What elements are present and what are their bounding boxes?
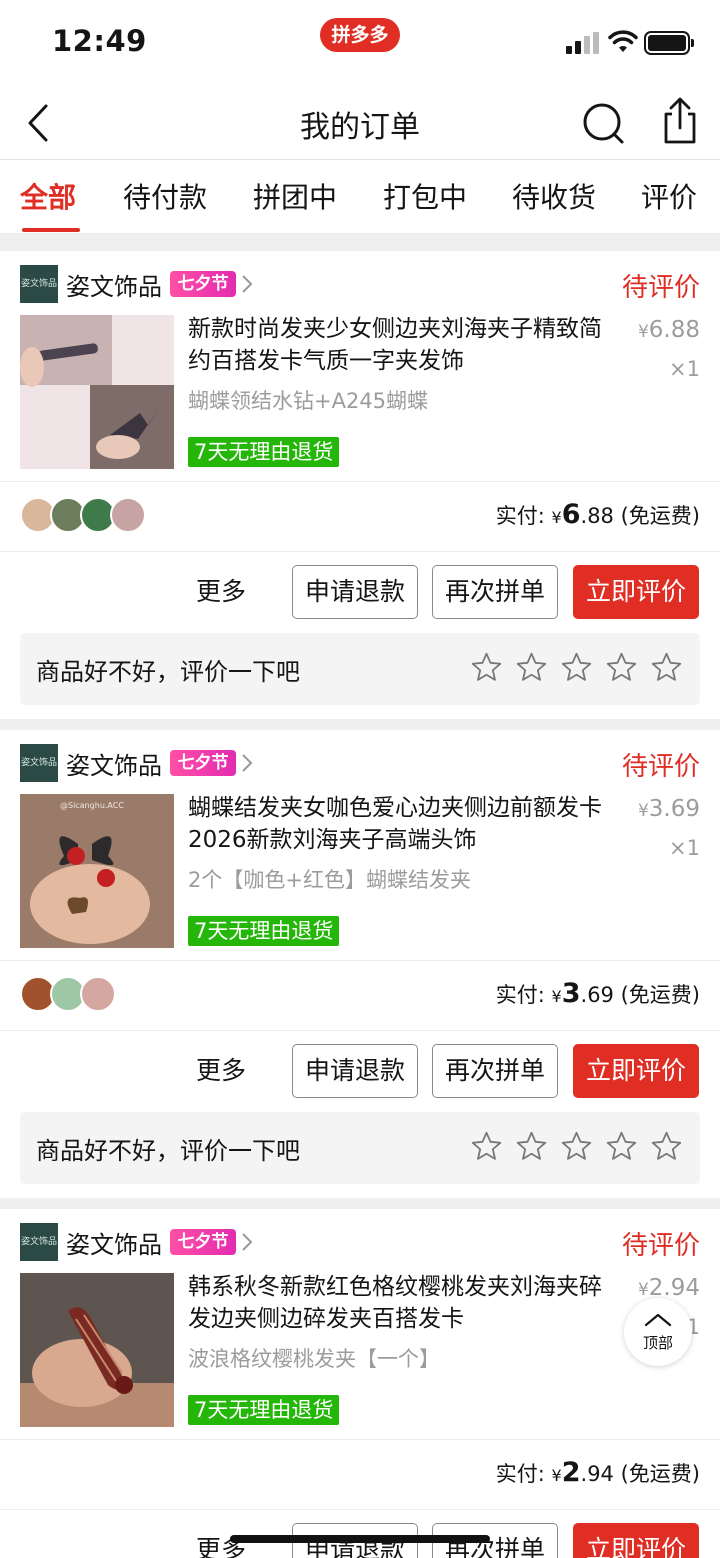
more-button[interactable]: 更多 [196, 565, 246, 619]
festival-badge: 七夕节 [170, 271, 236, 297]
product-price: ¥3.69 [637, 796, 700, 822]
order-actions: 更多 申请退款 再次拼单 立即评价 [0, 551, 720, 633]
reorder-button[interactable]: 再次拼单 [432, 1044, 558, 1098]
divider [0, 960, 720, 961]
order-tabs: 全部 待付款 拼团中 打包中 待收货 评价 [0, 160, 720, 234]
star-icon[interactable] [560, 1130, 593, 1163]
reorder-button[interactable]: 再次拼单 [432, 565, 558, 619]
order-card: 姿文饰品 姿文饰品 七夕节 待评价 @Sicanghu.ACC 蝴蝶结发夹女咖色… [0, 730, 720, 1198]
avatar [110, 497, 146, 533]
quick-review-box[interactable]: 商品好不好，评价一下吧 [20, 1112, 700, 1184]
divider [0, 481, 720, 482]
order-card: 姿文饰品 姿文饰品 七夕节 待评价 新款时尚发夹少女侧边夹刘海夹子精致简约百搭发… [0, 251, 720, 719]
paid-amount: 实付: ¥2.94 (免运费) [495, 1457, 700, 1488]
festival-badge: 七夕节 [170, 1229, 236, 1255]
star-icon[interactable] [560, 651, 593, 684]
review-now-button[interactable]: 立即评价 [573, 1044, 699, 1098]
tab-all[interactable]: 全部 [20, 176, 76, 216]
back-to-top-button[interactable]: 顶部 [624, 1298, 692, 1366]
order-status: 待评价 [621, 1231, 700, 1261]
shop-name[interactable]: 姿文饰品 [66, 746, 162, 781]
wifi-icon [608, 30, 638, 52]
order-status: 待评价 [621, 273, 700, 303]
shop-logo: 姿文饰品 [20, 1223, 58, 1261]
tab-packing[interactable]: 打包中 [383, 176, 467, 216]
quick-review-box[interactable]: 商品好不好，评价一下吧 [20, 633, 700, 705]
product-thumbnail[interactable] [20, 1273, 174, 1427]
review-prompt: 商品好不好，评价一下吧 [36, 658, 300, 686]
tab-pending-payment[interactable]: 待付款 [123, 176, 207, 216]
product-title[interactable]: 新款时尚发夹少女侧边夹刘海夹子精致简约百搭发卡气质一字夹发饰 [188, 313, 618, 377]
more-button[interactable]: 更多 [196, 1044, 246, 1098]
star-rating[interactable] [470, 651, 695, 688]
star-icon[interactable] [650, 1130, 683, 1163]
battery-icon [644, 31, 694, 55]
product-price: ¥2.94 [637, 1275, 700, 1301]
nav-bar: 我的订单 [0, 88, 720, 160]
svg-text:@Sicanghu.ACC: @Sicanghu.ACC [60, 801, 124, 810]
avatar [80, 976, 116, 1012]
order-status: 待评价 [621, 752, 700, 782]
product-price: ¥6.88 [637, 317, 700, 343]
product-spec: 波浪格纹樱桃发夹【一个】 [188, 1347, 440, 1371]
product-title[interactable]: 韩系秋冬新款红色格纹樱桃发夹刘海夹碎发边夹侧边碎发夹百搭发卡 [188, 1271, 618, 1335]
chevron-right-icon [242, 275, 253, 293]
star-icon[interactable] [470, 1130, 503, 1163]
chevron-right-icon [242, 1233, 253, 1251]
chevron-up-icon [644, 1313, 672, 1327]
shop-logo: 姿文饰品 [20, 265, 58, 303]
product-thumbnail[interactable] [20, 315, 174, 469]
return-policy-tag: 7天无理由退货 [188, 437, 340, 467]
review-prompt: 商品好不好，评价一下吧 [36, 1137, 300, 1165]
product-quantity: ×1 [669, 357, 700, 381]
cellular-signal-icon [566, 32, 602, 54]
share-icon[interactable] [656, 96, 704, 148]
shop-row[interactable]: 姿文饰品 姿文饰品 七夕节 待评价 [0, 1209, 720, 1273]
refund-button[interactable]: 申请退款 [292, 565, 418, 619]
review-now-button[interactable]: 立即评价 [573, 565, 699, 619]
status-bar: 12:49 拼多多 [0, 0, 720, 88]
chevron-right-icon [242, 754, 253, 772]
product-quantity: ×1 [669, 836, 700, 860]
order-actions: 更多 申请退款 再次拼单 立即评价 [0, 1030, 720, 1112]
shop-row[interactable]: 姿文饰品 姿文饰品 七夕节 待评价 [0, 730, 720, 794]
tab-pending-receipt[interactable]: 待收货 [512, 176, 596, 216]
shop-row[interactable]: 姿文饰品 姿文饰品 七夕节 待评价 [0, 251, 720, 315]
star-icon[interactable] [515, 651, 548, 684]
product-title[interactable]: 蝴蝶结发夹女咖色爱心边夹侧边前额发卡2026新款刘海夹子高端头饰 [188, 792, 618, 856]
star-icon[interactable] [605, 1130, 638, 1163]
tab-review[interactable]: 评价 [641, 176, 697, 216]
review-now-button[interactable]: 立即评价 [573, 1523, 699, 1558]
shop-logo: 姿文饰品 [20, 744, 58, 782]
back-to-top-label: 顶部 [642, 1334, 673, 1352]
star-icon[interactable] [470, 651, 503, 684]
return-policy-tag: 7天无理由退货 [188, 916, 340, 946]
divider [0, 1439, 720, 1440]
shop-name[interactable]: 姿文饰品 [66, 1225, 162, 1260]
order-card: 姿文饰品 姿文饰品 七夕节 待评价 韩系秋冬新款红色格纹樱桃发夹刘海夹碎发边夹侧… [0, 1209, 720, 1558]
product-spec: 蝴蝶领结水钻+A245蝴蝶 [188, 389, 429, 413]
status-time: 12:49 [52, 24, 147, 58]
app-badge: 拼多多 [320, 18, 400, 52]
star-icon[interactable] [650, 651, 683, 684]
order-actions: 更多 申请退款 再次拼单 立即评价 [0, 1509, 720, 1558]
home-indicator [230, 1535, 490, 1543]
return-policy-tag: 7天无理由退货 [188, 1395, 340, 1425]
product-spec: 2个【咖色+红色】蝴蝶结发夹 [188, 868, 471, 892]
tab-group-buying[interactable]: 拼团中 [253, 176, 337, 216]
paid-amount: 实付: ¥3.69 (免运费) [495, 978, 700, 1009]
search-icon[interactable] [578, 98, 628, 148]
shop-name[interactable]: 姿文饰品 [66, 267, 162, 302]
refund-button[interactable]: 申请退款 [292, 1044, 418, 1098]
product-thumbnail[interactable]: @Sicanghu.ACC [20, 794, 174, 948]
paid-amount: 实付: ¥6.88 (免运费) [495, 499, 700, 530]
active-tab-indicator [22, 228, 80, 232]
star-icon[interactable] [515, 1130, 548, 1163]
star-icon[interactable] [605, 651, 638, 684]
festival-badge: 七夕节 [170, 750, 236, 776]
star-rating[interactable] [470, 1130, 695, 1167]
